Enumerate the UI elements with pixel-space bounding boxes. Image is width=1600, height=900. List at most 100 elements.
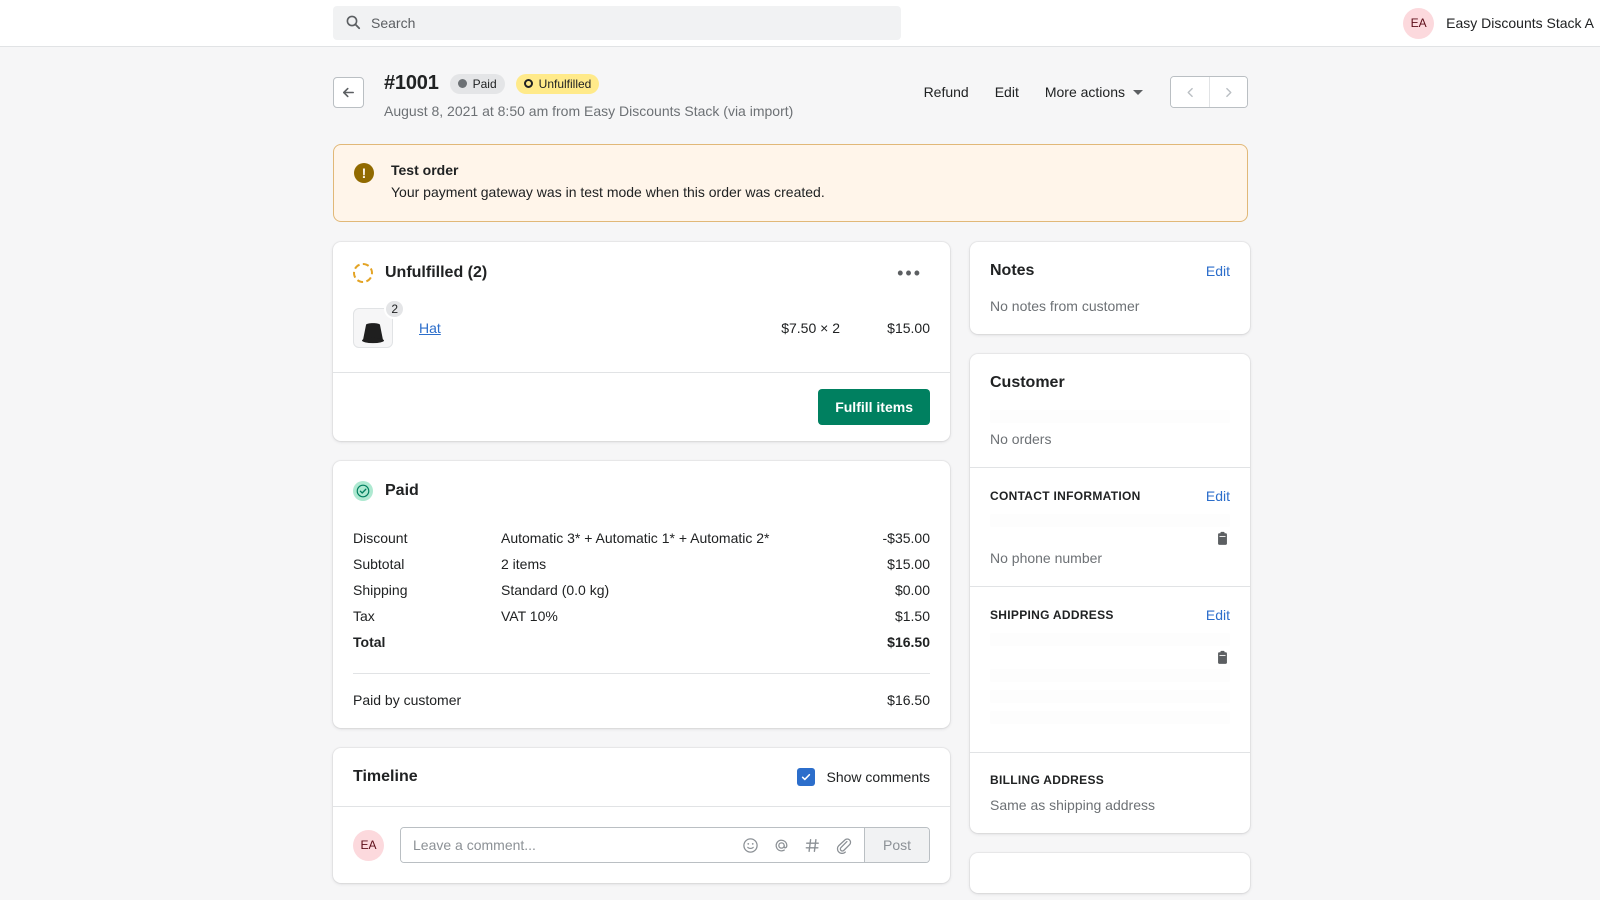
more-actions-label: More actions: [1044, 84, 1125, 100]
status-badge-paid-label: Paid: [472, 76, 497, 91]
filled-dot-icon: [457, 79, 467, 88]
fulfillment-card: Unfulfilled (2) ••• 2 Hat $7.50 × 2 $15.…: [333, 242, 950, 441]
totals-value: -$35.00: [882, 530, 930, 546]
billing-address-title: BILLING ADDRESS: [990, 773, 1105, 787]
notes-empty-text: No notes from customer: [990, 298, 1140, 314]
shipping-line-3-redacted: [990, 690, 1230, 703]
attachment-icon[interactable]: [835, 837, 852, 854]
billing-address-text: Same as shipping address: [990, 797, 1155, 813]
comment-box[interactable]: Post: [400, 827, 930, 863]
status-badge-unfulfilled-label: Unfulfilled: [538, 76, 592, 91]
fulfill-items-button[interactable]: Fulfill items: [818, 389, 930, 425]
contact-information-section: CONTACT INFORMATION Edit No phone number: [970, 467, 1250, 586]
search-icon: [345, 14, 361, 33]
totals-description: 2 items: [501, 556, 547, 572]
order-header: #1001 Paid Unfulfilled August 8, 2021 at…: [333, 47, 1248, 119]
line-item-total: $15.00: [887, 320, 930, 336]
totals-label: Shipping: [353, 582, 408, 598]
search-input[interactable]: [371, 6, 889, 40]
refund-button[interactable]: Refund: [911, 77, 982, 107]
timeline-title: Timeline: [353, 768, 418, 785]
totals-value: $1.50: [894, 608, 930, 624]
product-link[interactable]: Hat: [419, 320, 441, 336]
banner-title: Test order: [391, 162, 459, 178]
payment-title: Paid: [385, 482, 419, 499]
search-bar[interactable]: [333, 6, 901, 40]
alert-circle-icon: !: [354, 163, 374, 183]
content-wrapper: #1001 Paid Unfulfilled August 8, 2021 at…: [333, 47, 1250, 900]
edit-button[interactable]: Edit: [982, 77, 1032, 107]
banner-text: Test order Your payment gateway was in t…: [391, 162, 825, 200]
more-actions-button[interactable]: More actions: [1032, 77, 1156, 107]
header-actions: Refund Edit More actions: [911, 76, 1248, 108]
comment-composer: EA Leave a comment... Post: [333, 806, 950, 883]
payment-card: Paid Discount Automatic 3* + Automatic 1…: [333, 461, 950, 728]
customer-email-redacted: [990, 514, 1230, 527]
totals-row-shipping: Shipping Standard (0.0 kg) $0.00: [353, 577, 930, 603]
totals-description: Standard (0.0 kg): [501, 582, 610, 598]
top-bar: EA Easy Discounts Stack A: [0, 0, 1600, 47]
sidebar-column: Notes Edit No notes from customer Custom…: [970, 242, 1250, 900]
edit-contact-link[interactable]: Edit: [1206, 488, 1230, 504]
totals-description: VAT 10%: [501, 608, 558, 624]
fulfillment-card-header: Unfulfilled (2) •••: [333, 242, 950, 284]
avatar: EA: [1403, 7, 1435, 39]
paid-by-customer-row: Paid by customer $16.50: [333, 674, 950, 728]
user-menu[interactable]: EA Easy Discounts Stack A: [1403, 7, 1600, 39]
edit-notes-link[interactable]: Edit: [1206, 263, 1230, 279]
test-order-banner: ! Test order Your payment gateway was in…: [333, 144, 1248, 222]
totals-row-discount: Discount Automatic 3* + Automatic 1* + A…: [353, 525, 930, 551]
clipboard-icon[interactable]: [1215, 531, 1230, 550]
totals-row-subtotal: Subtotal 2 items $15.00: [353, 551, 930, 577]
arrow-left-icon: [343, 87, 354, 98]
dashed-circle-icon: [353, 263, 373, 283]
status-badge-paid: Paid: [449, 73, 505, 94]
totals-value: $16.50: [887, 634, 930, 650]
comment-toolbar: [742, 837, 864, 854]
totals-description: Automatic 3* + Automatic 1* + Automatic …: [501, 530, 770, 546]
check-circle-icon: [353, 481, 373, 501]
fulfillment-title: Unfulfilled (2): [385, 264, 488, 281]
checkmark-icon: [801, 773, 810, 781]
billing-address-section: BILLING ADDRESS Same as shipping address: [970, 752, 1250, 833]
emoji-icon[interactable]: [742, 837, 759, 854]
post-comment-button[interactable]: Post: [863, 828, 929, 862]
payment-totals: Discount Automatic 3* + Automatic 1* + A…: [333, 501, 950, 655]
payment-card-header: Paid: [333, 461, 950, 501]
clipboard-icon[interactable]: [1215, 650, 1230, 669]
contact-information-title: CONTACT INFORMATION: [990, 489, 1141, 503]
pagination: [1170, 76, 1248, 108]
back-button[interactable]: [333, 77, 364, 108]
totals-value: $15.00: [887, 556, 930, 572]
comment-input[interactable]: [401, 828, 742, 862]
totals-row-total: Total $16.50: [353, 629, 930, 655]
main-columns: Unfulfilled (2) ••• 2 Hat $7.50 × 2 $15.…: [333, 242, 1250, 900]
ring-dot-icon: [523, 79, 533, 88]
line-item-unit-price: $7.50 × 2: [781, 320, 840, 336]
shipping-line-2-redacted: [990, 669, 1230, 682]
hashtag-icon[interactable]: [804, 837, 821, 854]
line-item: 2 Hat $7.50 × 2 $15.00: [333, 284, 950, 372]
show-comments-checkbox[interactable]: [796, 768, 815, 786]
prev-order-button[interactable]: [1171, 77, 1209, 107]
customer-body: No orders: [970, 392, 1250, 467]
ellipsis-icon[interactable]: •••: [889, 262, 930, 284]
show-comments-toggle[interactable]: Show comments: [796, 768, 930, 786]
customer-phone: No phone number: [990, 550, 1103, 566]
shipping-address-title: SHIPPING ADDRESS: [990, 608, 1114, 622]
hat-icon: [362, 323, 384, 344]
quantity-badge: 2: [384, 299, 405, 319]
avatar: EA: [353, 829, 384, 861]
chevron-left-icon: [1187, 87, 1193, 97]
totals-label: Tax: [353, 608, 375, 624]
next-order-button[interactable]: [1209, 77, 1247, 107]
show-comments-label: Show comments: [826, 769, 930, 785]
totals-label: Discount: [353, 530, 408, 546]
notes-title: Notes: [990, 262, 1035, 279]
timeline-card: Timeline Show comments EA Leave a commen…: [333, 748, 950, 883]
shipping-line-4-redacted: [990, 711, 1230, 724]
edit-shipping-link[interactable]: Edit: [1206, 607, 1230, 623]
product-thumbnail-wrap: 2: [353, 299, 405, 348]
customer-card: Customer No orders CONTACT INFORMATION E…: [970, 354, 1250, 833]
mention-icon[interactable]: [773, 837, 790, 854]
